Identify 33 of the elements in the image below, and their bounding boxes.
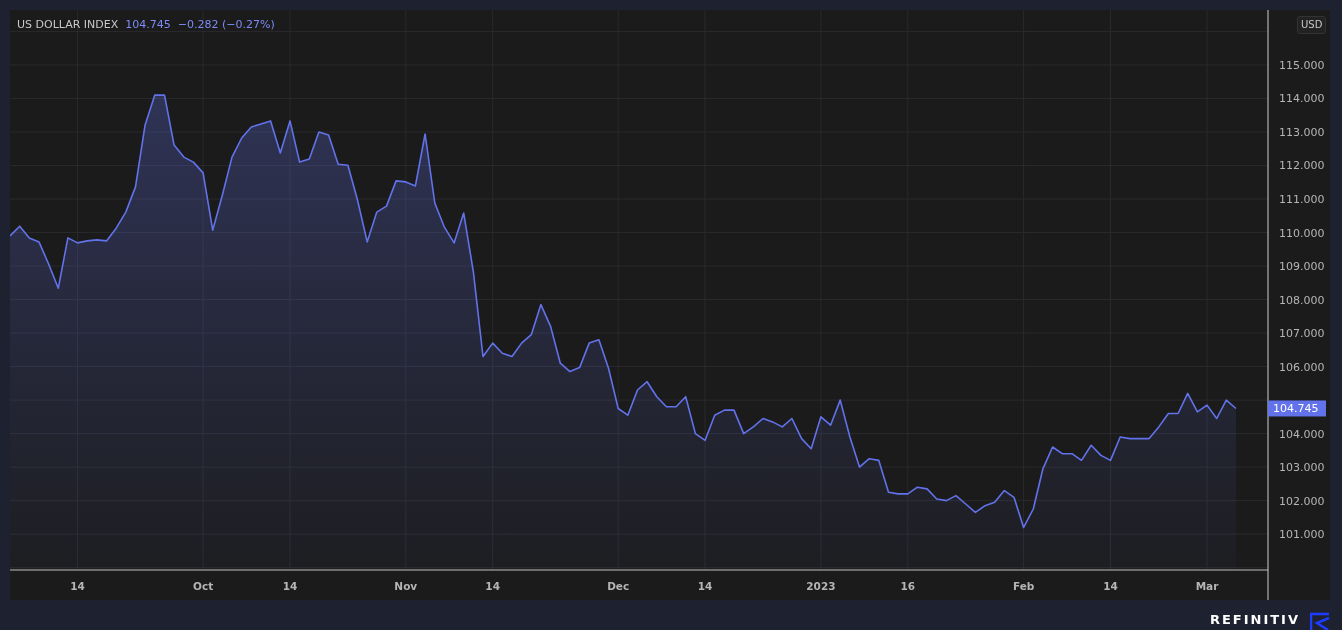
- y-tick-label: 103.000: [1279, 461, 1325, 475]
- y-tick-label: 114.000: [1279, 92, 1325, 106]
- logo-icon: [1310, 612, 1330, 630]
- chart-title: US DOLLAR INDEX: [17, 18, 119, 32]
- y-tick-label: 113.000: [1279, 126, 1325, 139]
- y-tick-label: 102.000: [1279, 494, 1325, 508]
- price-change: −0.282 (−0.27%): [177, 18, 275, 32]
- x-tick-label: 14: [485, 580, 500, 592]
- y-tick-label: 104.000: [1279, 427, 1325, 441]
- currency-button[interactable]: USD: [1297, 16, 1327, 34]
- x-tick-label: 14: [282, 580, 298, 592]
- y-tick-label: 106.000: [1279, 360, 1325, 374]
- x-tick-label: Dec: [607, 580, 630, 592]
- y-tick-label: 109.000: [1279, 260, 1325, 274]
- y-tick-label: 115.000: [1279, 58, 1325, 72]
- brand-name: REFINITIV: [1209, 612, 1300, 628]
- y-tick-label: 101.000: [1279, 528, 1325, 542]
- x-tick-label: Nov: [394, 580, 418, 592]
- x-tick-label: Oct: [193, 580, 214, 592]
- x-tick-label: Mar: [1195, 580, 1219, 592]
- y-tick-label: 111.000: [1279, 193, 1325, 206]
- y-tick-label: 108.000: [1279, 293, 1325, 307]
- y-tick-label: 110.000: [1279, 226, 1325, 240]
- x-tick-label: 14: [1103, 580, 1118, 592]
- y-tick-label: 107.000: [1279, 327, 1325, 341]
- x-tick-label: 2023: [806, 580, 836, 592]
- x-tick-label: Feb: [1012, 580, 1035, 592]
- x-tick-label: 16: [900, 580, 916, 592]
- y-tick-label: 112.000: [1279, 159, 1325, 173]
- x-tick-label: 14: [70, 580, 85, 592]
- last-price: 104.745: [125, 18, 171, 32]
- x-tick-label: 14: [697, 580, 713, 592]
- last-price-label: 104.745: [1268, 400, 1326, 417]
